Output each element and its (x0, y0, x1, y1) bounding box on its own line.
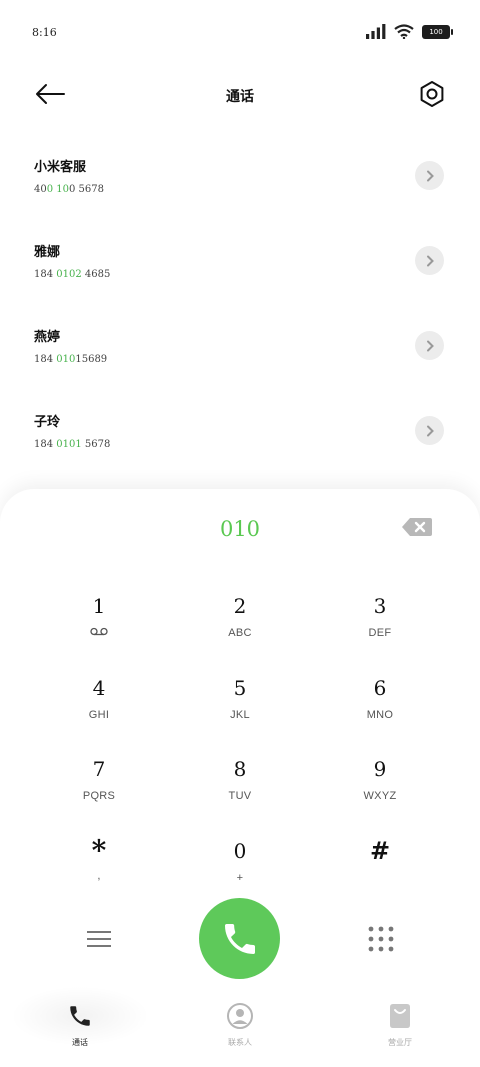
key-digit: 7 (92, 757, 106, 781)
key-digit: 5 (233, 676, 247, 700)
key-4[interactable]: 4 GHI (29, 675, 169, 745)
key-digit: 1 (92, 594, 106, 618)
key-6[interactable]: 6 MNO (310, 675, 450, 745)
keypad-toggle-button[interactable] (366, 924, 396, 954)
tab-store[interactable]: 营业厅 (320, 990, 480, 1067)
tab-label: 通话 (72, 1038, 88, 1047)
key-3[interactable]: 3 DEF (310, 593, 450, 663)
key-digit: * (91, 834, 107, 867)
key-letters: WXYZ (363, 790, 397, 802)
list-item[interactable]: 燕婷 184 01015689 (0, 300, 480, 385)
header: 通话 (0, 68, 480, 122)
tab-calls[interactable]: 通话 (0, 986, 160, 1067)
tab-bar: 通话 联系人 营业厅 (0, 986, 480, 1067)
chevron-right-icon (426, 170, 434, 181)
key-2[interactable]: 2 ABC (170, 593, 310, 663)
phone-icon (224, 923, 255, 954)
list-item[interactable]: 雅娜 184 0102 4685 (0, 215, 480, 300)
chevron-right-icon (426, 425, 434, 436)
page-title: 通话 (226, 89, 254, 105)
call-button[interactable] (199, 898, 280, 979)
key-7[interactable]: 7 PQRS (29, 756, 169, 826)
details-button[interactable] (415, 416, 444, 445)
dialpad-sheet: 010 1 2 ABC 3 DEF 4 GHI 5 JKL 6 MNO 7 PQ… (0, 489, 480, 1067)
chevron-right-icon (426, 340, 434, 351)
key-digit: 9 (373, 757, 387, 781)
key-digit: # (369, 836, 391, 865)
key-letters: TUV (228, 790, 252, 802)
key-digit: 2 (233, 594, 247, 618)
gear-icon (420, 81, 444, 107)
details-button[interactable] (415, 246, 444, 275)
phone-icon (0, 1002, 160, 1030)
key-8[interactable]: 8 TUV (170, 756, 310, 826)
tab-contacts[interactable]: 联系人 (160, 990, 320, 1067)
tab-label: 联系人 (228, 1038, 252, 1047)
contact-name: 燕婷 (34, 330, 61, 345)
contacts-icon (160, 1002, 320, 1030)
key-digit: 6 (373, 676, 387, 700)
contact-list: 小米客服 400 100 5678 雅娜 184 0102 4685 燕婷 18… (0, 130, 480, 470)
key-letters: + (236, 872, 244, 884)
key-1[interactable]: 1 (29, 593, 169, 663)
key-letters: PQRS (82, 790, 116, 802)
contact-number: 400 100 5678 (34, 184, 104, 195)
key-letters: ABC (228, 627, 252, 639)
backspace-icon (402, 518, 432, 536)
contact-number: 184 0102 4685 (34, 269, 111, 280)
key-letters: DEF (368, 627, 392, 639)
battery-icon: 100 (422, 24, 453, 39)
details-button[interactable] (415, 331, 444, 360)
list-item[interactable]: 子玲 184 0101 5678 (0, 385, 480, 470)
key-9[interactable]: 9 WXYZ (310, 756, 450, 826)
key-letters: GHI (88, 709, 110, 721)
status-bar: 8:16 100 (0, 0, 480, 68)
store-bag-icon (320, 1002, 480, 1030)
status-time: 8:16 (32, 26, 57, 39)
settings-button[interactable] (416, 78, 448, 110)
contact-name: 子玲 (34, 415, 61, 430)
contact-name: 小米客服 (34, 160, 87, 175)
wifi-icon (394, 24, 414, 39)
menu-icon (87, 931, 111, 947)
details-button[interactable] (415, 161, 444, 190)
contact-number: 184 01015689 (34, 354, 108, 365)
dialpad-grid-icon (368, 926, 394, 952)
list-item[interactable]: 小米客服 400 100 5678 (0, 130, 480, 215)
key-letters: , (97, 870, 101, 882)
tab-label: 营业厅 (388, 1038, 412, 1047)
key-digit: 0 (233, 839, 247, 863)
key-digit: 4 (92, 676, 106, 700)
key-digit: 8 (233, 757, 247, 781)
delete-button[interactable] (402, 517, 432, 537)
dial-actions (0, 898, 480, 980)
contact-name: 雅娜 (34, 245, 61, 260)
status-icons: 100 (366, 24, 453, 39)
chevron-right-icon (426, 255, 434, 266)
key-digit: 3 (373, 594, 387, 618)
voicemail-icon (29, 627, 169, 639)
contact-number: 184 0101 5678 (34, 439, 111, 450)
key-5[interactable]: 5 JKL (170, 675, 310, 745)
key-letters: JKL (230, 709, 250, 721)
signal-icon (366, 24, 386, 39)
key-letters: MNO (366, 709, 394, 721)
menu-button[interactable] (84, 926, 114, 952)
